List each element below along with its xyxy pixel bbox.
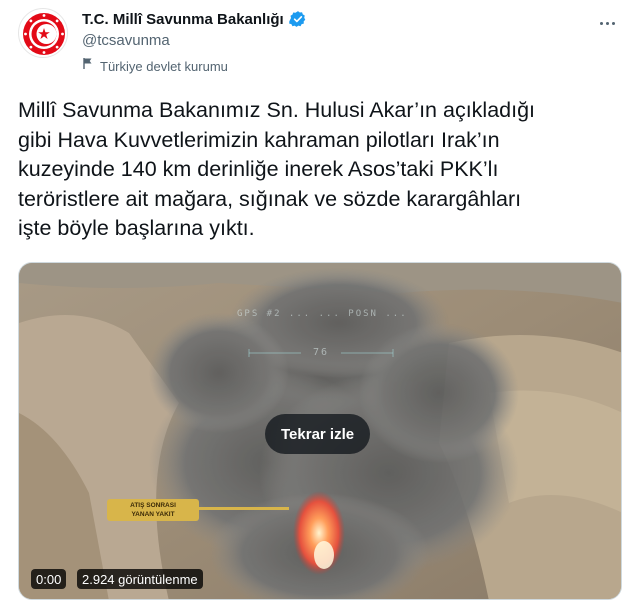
ministry-seal-icon[interactable] [18,8,68,58]
flag-icon [82,57,94,75]
account-handle[interactable]: @tcsavunma [82,32,170,49]
verified-badge-icon [288,10,307,28]
hud-readout-top: GPS #2 ... ... POSN ... [237,309,408,319]
hud-readout-mid: 76 [313,347,330,358]
view-count: 2.924 görüntülenme [77,569,203,589]
annotation-tag: ATIŞ SONRASI YANAN YAKIT [107,499,199,521]
video-timestamp: 0:00 [31,569,67,589]
tweet-text: Millî Savunma Bakanımız Sn. Hulusi Akar’… [18,98,536,240]
replay-button[interactable]: Tekrar izle [265,414,371,454]
name-row: T.C. Millî Savunma Bakanlığı [82,10,307,28]
display-name[interactable]: T.C. Millî Savunma Bakanlığı [82,11,284,28]
annotation-pointer [199,507,289,510]
video-player[interactable]: GPS #2 ... ... POSN ... 76 ATIŞ SONRASI … [18,262,622,600]
more-options-icon[interactable] [596,12,618,34]
tweet-header: T.C. Millî Savunma Bakanlığı @tcsavunma … [18,8,622,78]
label-text: Türkiye devlet kurumu [100,58,228,74]
government-label[interactable]: Türkiye devlet kurumu [82,57,228,75]
